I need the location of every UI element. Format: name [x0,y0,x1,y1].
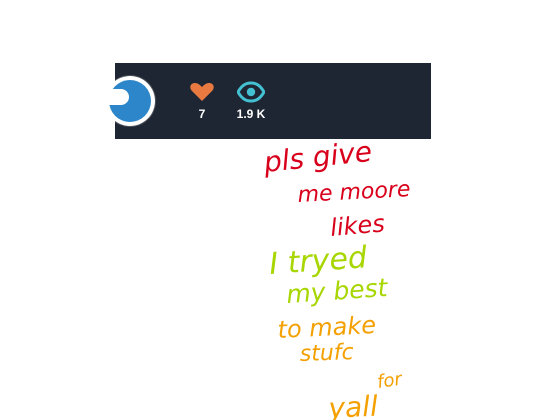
views-count: 1.9 K [236,107,266,121]
heart-icon [188,81,216,103]
likes-stat[interactable]: 7 [187,81,217,121]
views-stat: 1.9 K [231,81,271,121]
note-line-9: yall [327,389,379,420]
eye-icon [236,81,266,103]
note-line-8: for [376,368,405,392]
remix-icon [105,89,129,105]
note-line-5: my best [285,273,389,309]
note-line-1: pls give [261,135,373,179]
likes-count: 7 [198,107,206,121]
remix-button[interactable] [105,76,155,126]
note-line-7: stufc [299,340,354,367]
note-line-3: likes [329,209,386,242]
project-stats-bar: 7 1.9 K [105,63,431,139]
note-line-6: to make [277,311,377,344]
note-line-2: me moore [297,177,411,208]
note-line-4: I tryed [268,240,369,282]
project-stage: 7 1.9 K pls give me moore likes I tryed … [0,0,560,420]
